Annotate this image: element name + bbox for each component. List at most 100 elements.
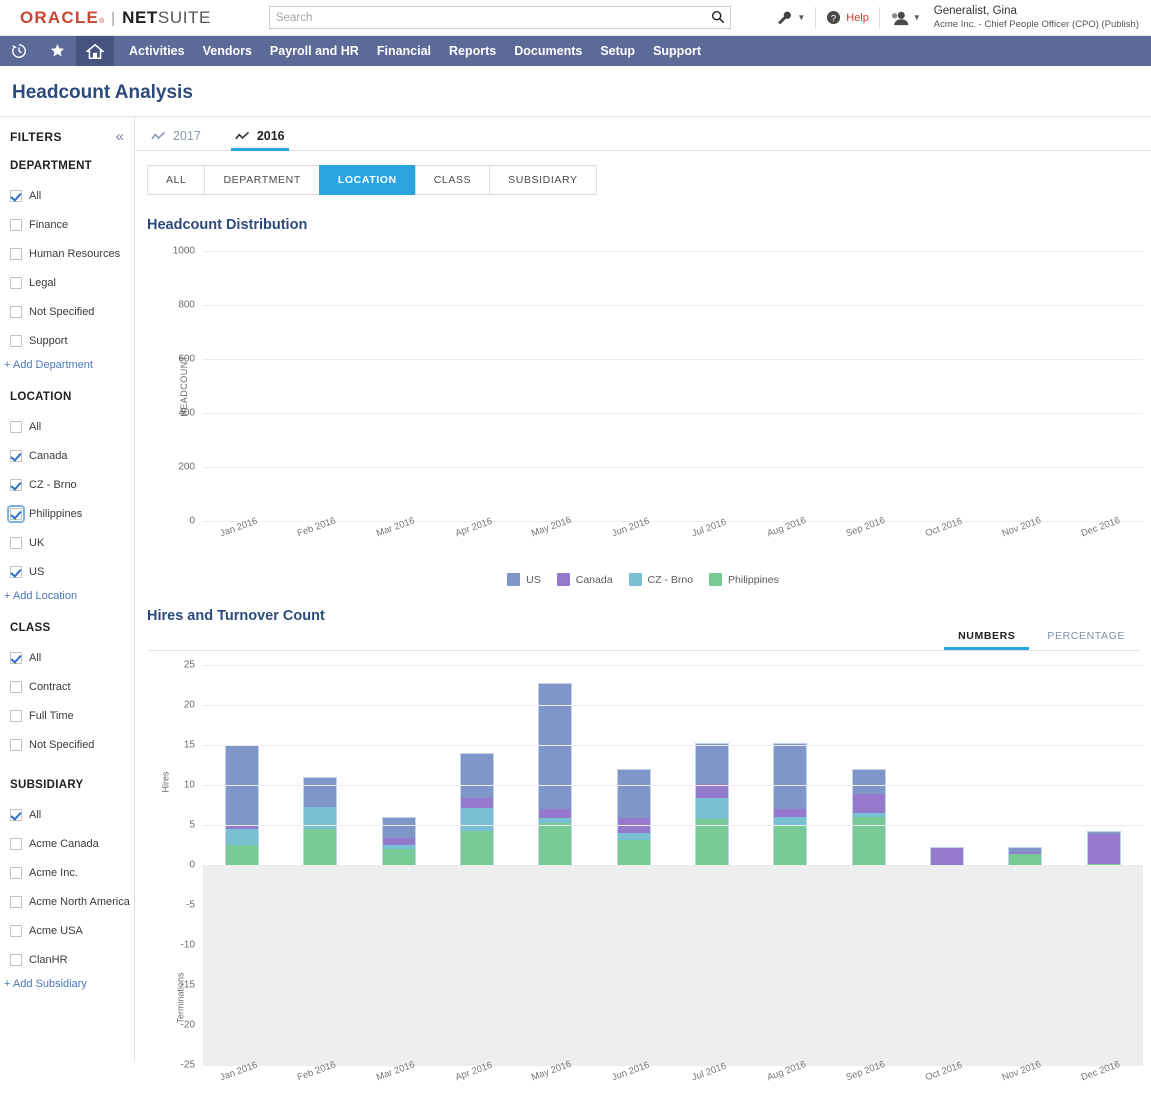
filter-option-acme-usa[interactable]: Acme USA xyxy=(0,916,134,945)
segment-tab-class[interactable]: CLASS xyxy=(414,165,490,195)
filter-option-acme-canada[interactable]: Acme Canada xyxy=(0,829,134,858)
checkbox-icon[interactable] xyxy=(10,218,22,231)
oracle-netsuite-logo[interactable]: ORACLE ® | NET SUITE xyxy=(8,8,211,28)
legend-item-cz-brno[interactable]: CZ - Brno xyxy=(628,573,693,586)
nav-item-payroll-and-hr[interactable]: Payroll and HR xyxy=(261,36,368,66)
nav-item-setup[interactable]: Setup xyxy=(591,36,644,66)
search-input[interactable] xyxy=(268,6,731,29)
chart1-bar-column[interactable] xyxy=(595,251,673,521)
chart2-hire-segment-us[interactable] xyxy=(461,754,494,799)
filter-option-clanhr[interactable]: ClanHR xyxy=(0,945,134,974)
checkbox-icon[interactable] xyxy=(10,651,22,664)
year-tab-2017[interactable]: 2017 xyxy=(147,125,205,150)
chart1-bar-column[interactable] xyxy=(1065,251,1143,521)
chart2-hire-segment-us[interactable] xyxy=(774,744,807,810)
checkbox-icon[interactable] xyxy=(10,895,22,908)
chart1-bar-column[interactable] xyxy=(908,251,986,521)
chart2-hire-segment-philippines[interactable] xyxy=(617,839,650,866)
nav-item-financial[interactable]: Financial xyxy=(368,36,440,66)
chart2-hire-segment-us[interactable] xyxy=(696,744,729,785)
year-tab-2016[interactable]: 2016 xyxy=(230,125,289,151)
chart2-hire-segment-canada[interactable] xyxy=(774,809,807,818)
chart2-hire-segment-us[interactable] xyxy=(304,778,337,808)
chart2-hire-segment-philippines[interactable] xyxy=(1009,853,1042,866)
filter-option-us[interactable]: US xyxy=(0,557,134,586)
filter-option-philippines[interactable]: Philippines xyxy=(0,499,134,528)
segment-tab-subsidiary[interactable]: SUBSIDIARY xyxy=(489,165,597,195)
chart1-bar-column[interactable] xyxy=(830,251,908,521)
checkbox-icon[interactable] xyxy=(10,837,22,850)
chart2-hire-segment-canada[interactable] xyxy=(931,848,964,866)
filter-option-human-resources[interactable]: Human Resources xyxy=(0,239,134,268)
chart2-hire-segment-canada[interactable] xyxy=(539,808,572,819)
add-subsidiary-link[interactable]: + Add Subsidiary xyxy=(0,974,134,990)
filter-option-canada[interactable]: Canada xyxy=(0,441,134,470)
filter-option-contract[interactable]: Contract xyxy=(0,672,134,701)
mode-tab-percentage[interactable]: PERCENTAGE xyxy=(1031,624,1141,650)
chart2-hire-segment-philippines[interactable] xyxy=(461,831,494,865)
nav-item-support[interactable]: Support xyxy=(644,36,710,66)
legend-item-canada[interactable]: Canada xyxy=(556,573,613,586)
segment-tab-department[interactable]: DEPARTMENT xyxy=(204,165,319,195)
chart2-hire-segment-philippines[interactable] xyxy=(774,825,807,865)
chart2-hire-segment-us[interactable] xyxy=(852,770,885,794)
home-button[interactable] xyxy=(76,36,114,66)
recent-history-button[interactable] xyxy=(0,36,38,66)
global-search[interactable] xyxy=(268,6,731,29)
filter-option-finance[interactable]: Finance xyxy=(0,210,134,239)
filter-option-all[interactable]: All xyxy=(0,800,134,829)
checkbox-icon[interactable] xyxy=(10,924,22,937)
chart2-hire-segment-philippines[interactable] xyxy=(539,823,572,865)
add-department-link[interactable]: + Add Department xyxy=(0,355,134,371)
chart2-hire-segment-cz-brno[interactable] xyxy=(774,817,807,826)
chart2-hire-segment-philippines[interactable] xyxy=(226,844,259,865)
filter-option-all[interactable]: All xyxy=(0,181,134,210)
checkbox-icon[interactable] xyxy=(10,305,22,318)
filter-option-legal[interactable]: Legal xyxy=(0,268,134,297)
checkbox-icon[interactable] xyxy=(10,536,22,549)
chart1-bar-column[interactable] xyxy=(438,251,516,521)
filter-option-all[interactable]: All xyxy=(0,412,134,441)
chart1-bar-column[interactable] xyxy=(203,251,281,521)
chart2-hire-segment-us[interactable] xyxy=(382,818,415,839)
filter-option-acme-north-america[interactable]: Acme North America xyxy=(0,887,134,916)
filter-option-acme-inc[interactable]: Acme Inc. xyxy=(0,858,134,887)
chart2-hire-segment-us[interactable] xyxy=(539,683,572,809)
checkbox-icon[interactable] xyxy=(10,808,22,821)
chart2-hire-segment-canada[interactable] xyxy=(852,793,885,814)
user-menu[interactable]: ▼ xyxy=(880,10,931,26)
chart1-bar-column[interactable] xyxy=(516,251,594,521)
checkbox-icon[interactable] xyxy=(10,478,22,491)
help-link[interactable]: ? Help xyxy=(816,10,879,25)
filter-option-not-specified[interactable]: Not Specified xyxy=(0,730,134,759)
checkbox-icon[interactable] xyxy=(10,189,22,202)
checkbox-icon[interactable] xyxy=(10,276,22,289)
filter-option-support[interactable]: Support xyxy=(0,326,134,355)
checkbox-icon[interactable] xyxy=(10,738,22,751)
chart1-bar-column[interactable] xyxy=(673,251,751,521)
chart2-hire-segment-philippines[interactable] xyxy=(304,829,337,865)
chart2-hire-segment-canada[interactable] xyxy=(1087,833,1120,864)
quick-add-menu[interactable]: ▼ xyxy=(766,10,815,26)
filter-option-uk[interactable]: UK xyxy=(0,528,134,557)
checkbox-icon[interactable] xyxy=(10,420,22,433)
collapse-sidebar-icon[interactable]: « xyxy=(116,129,124,144)
checkbox-icon[interactable] xyxy=(10,866,22,879)
chart2-hire-segment-cz-brno[interactable] xyxy=(461,807,494,832)
checkbox-icon[interactable] xyxy=(10,247,22,260)
checkbox-icon[interactable] xyxy=(10,565,22,578)
legend-item-us[interactable]: US xyxy=(507,573,541,586)
chart1-bar-column[interactable] xyxy=(281,251,359,521)
chart2-hire-segment-canada[interactable] xyxy=(696,784,729,799)
chart1-bar-column[interactable] xyxy=(986,251,1064,521)
chart1-bar-column[interactable] xyxy=(751,251,829,521)
add-location-link[interactable]: + Add Location xyxy=(0,586,134,602)
chart2-hire-segment-philippines[interactable] xyxy=(382,849,415,865)
checkbox-icon[interactable] xyxy=(10,953,22,966)
chart2-hire-segment-canada[interactable] xyxy=(461,798,494,808)
filter-option-not-specified[interactable]: Not Specified xyxy=(0,297,134,326)
segment-tab-all[interactable]: ALL xyxy=(147,165,205,195)
chart2-hire-segment-us[interactable] xyxy=(617,770,650,818)
checkbox-icon[interactable] xyxy=(10,709,22,722)
nav-item-activities[interactable]: Activities xyxy=(120,36,194,66)
